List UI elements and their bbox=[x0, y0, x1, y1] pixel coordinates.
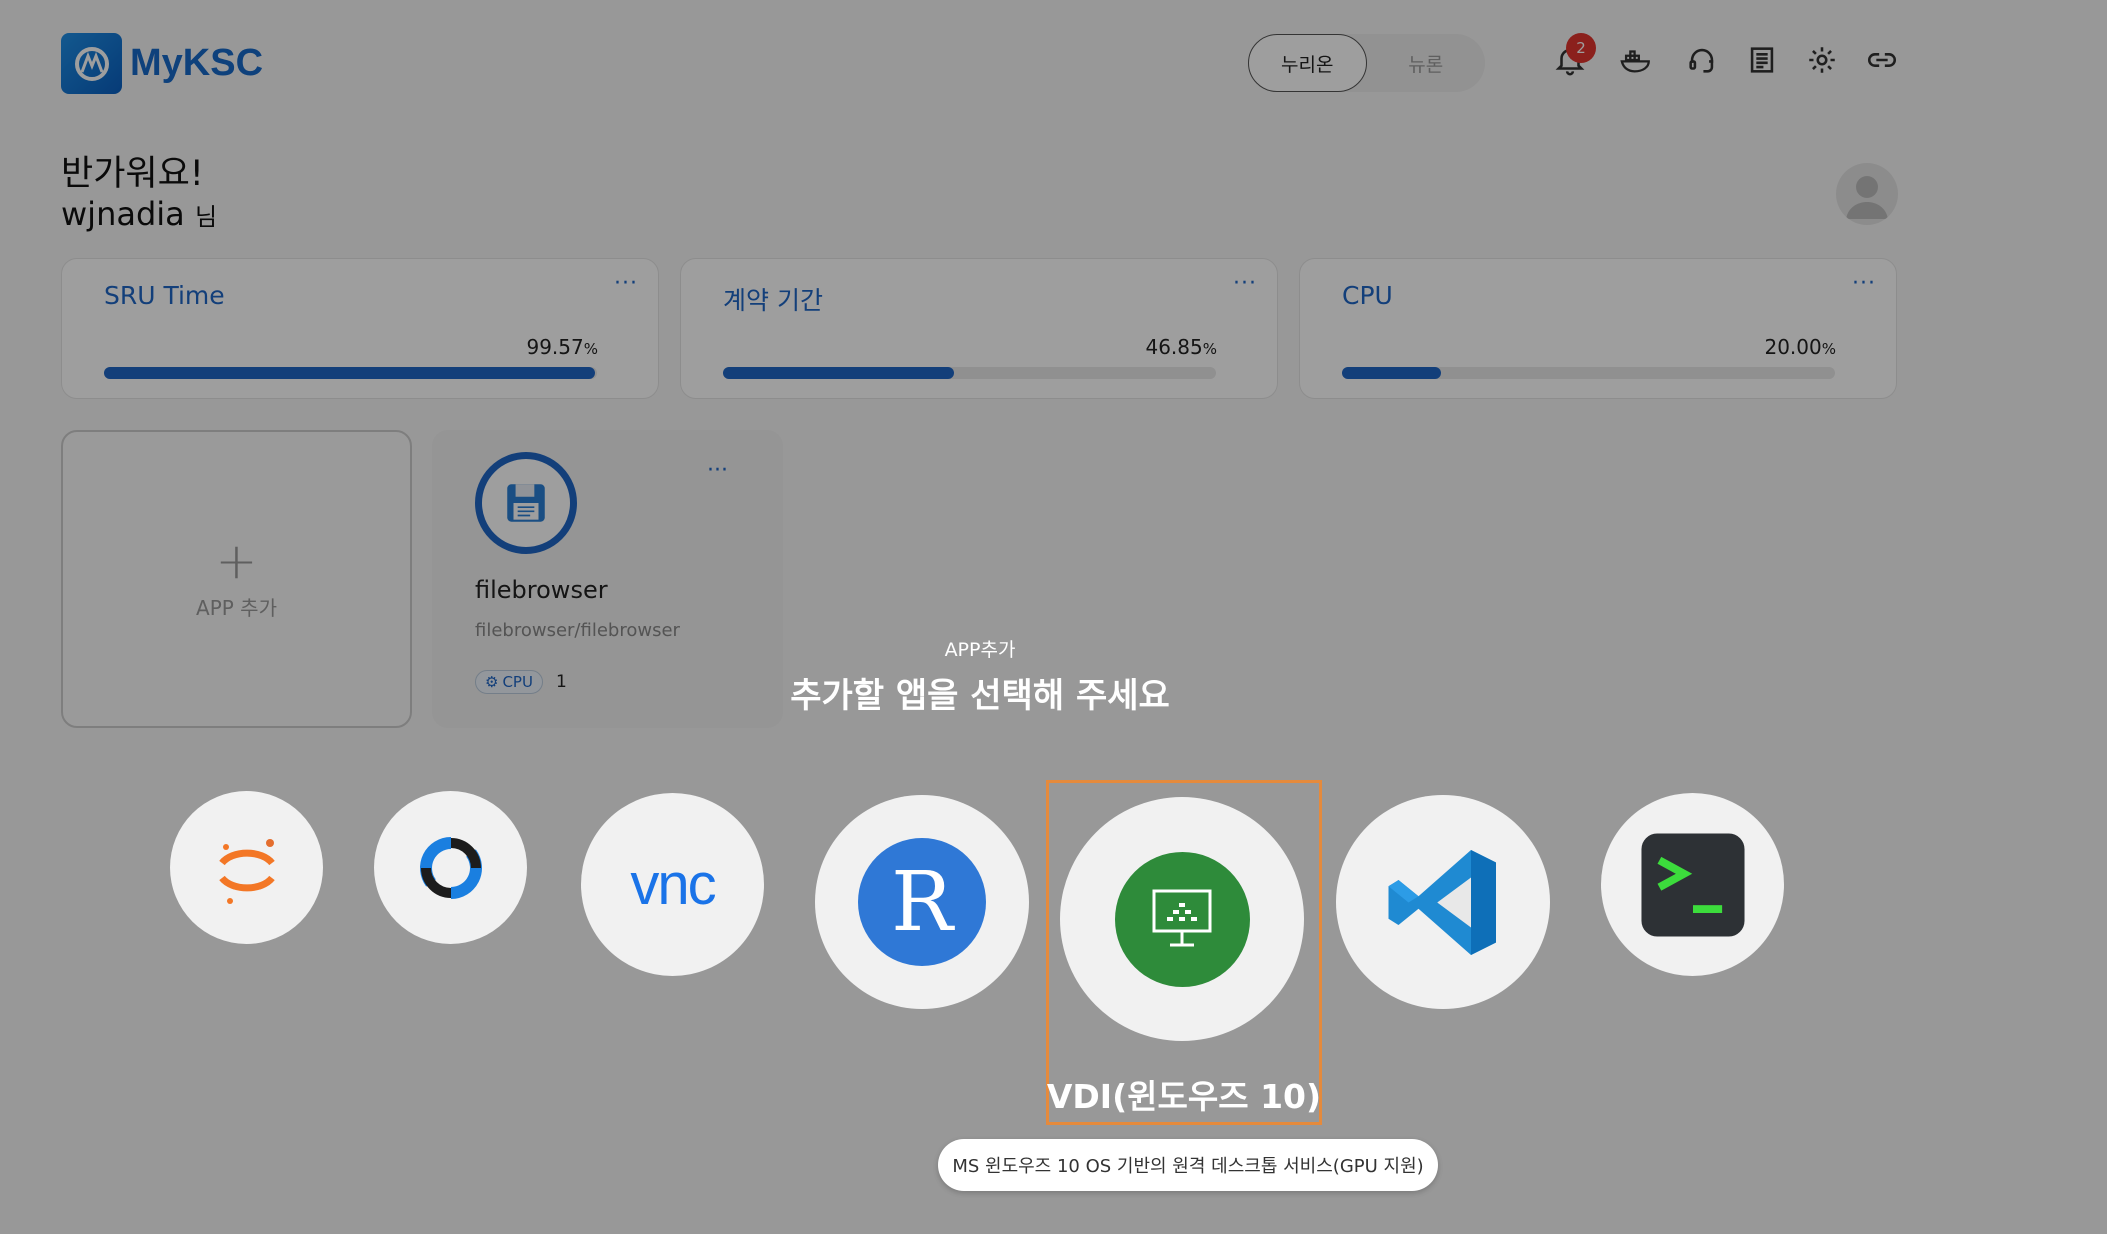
app-option-r[interactable]: R bbox=[815, 795, 1029, 1009]
r-logo-icon: R bbox=[858, 838, 986, 966]
app-option-terminal[interactable] bbox=[1601, 793, 1784, 976]
app-description-tooltip: MS 윈도우즈 10 OS 기반의 원격 데스크톱 서비스(GPU 지원) bbox=[938, 1139, 1438, 1191]
vscode-icon bbox=[1388, 849, 1496, 955]
selected-app-label: VDI(윈도우즈 10) bbox=[1046, 1077, 1322, 1116]
app-option-jupyter[interactable] bbox=[170, 791, 323, 944]
app-option-vscode[interactable] bbox=[1336, 795, 1550, 1009]
app-option-vnc[interactable]: vnc bbox=[581, 793, 764, 976]
orbit-icon bbox=[419, 836, 482, 899]
vnc-logo-text: vnc bbox=[630, 852, 716, 917]
terminal-icon bbox=[1640, 832, 1745, 937]
modal-title: 추가할 앱을 선택해 주세요 bbox=[790, 676, 1170, 716]
modal-subtitle: APP추가 bbox=[944, 639, 1016, 661]
jupyter-icon bbox=[218, 838, 275, 904]
app-option-rstudio-alt[interactable] bbox=[374, 791, 527, 944]
